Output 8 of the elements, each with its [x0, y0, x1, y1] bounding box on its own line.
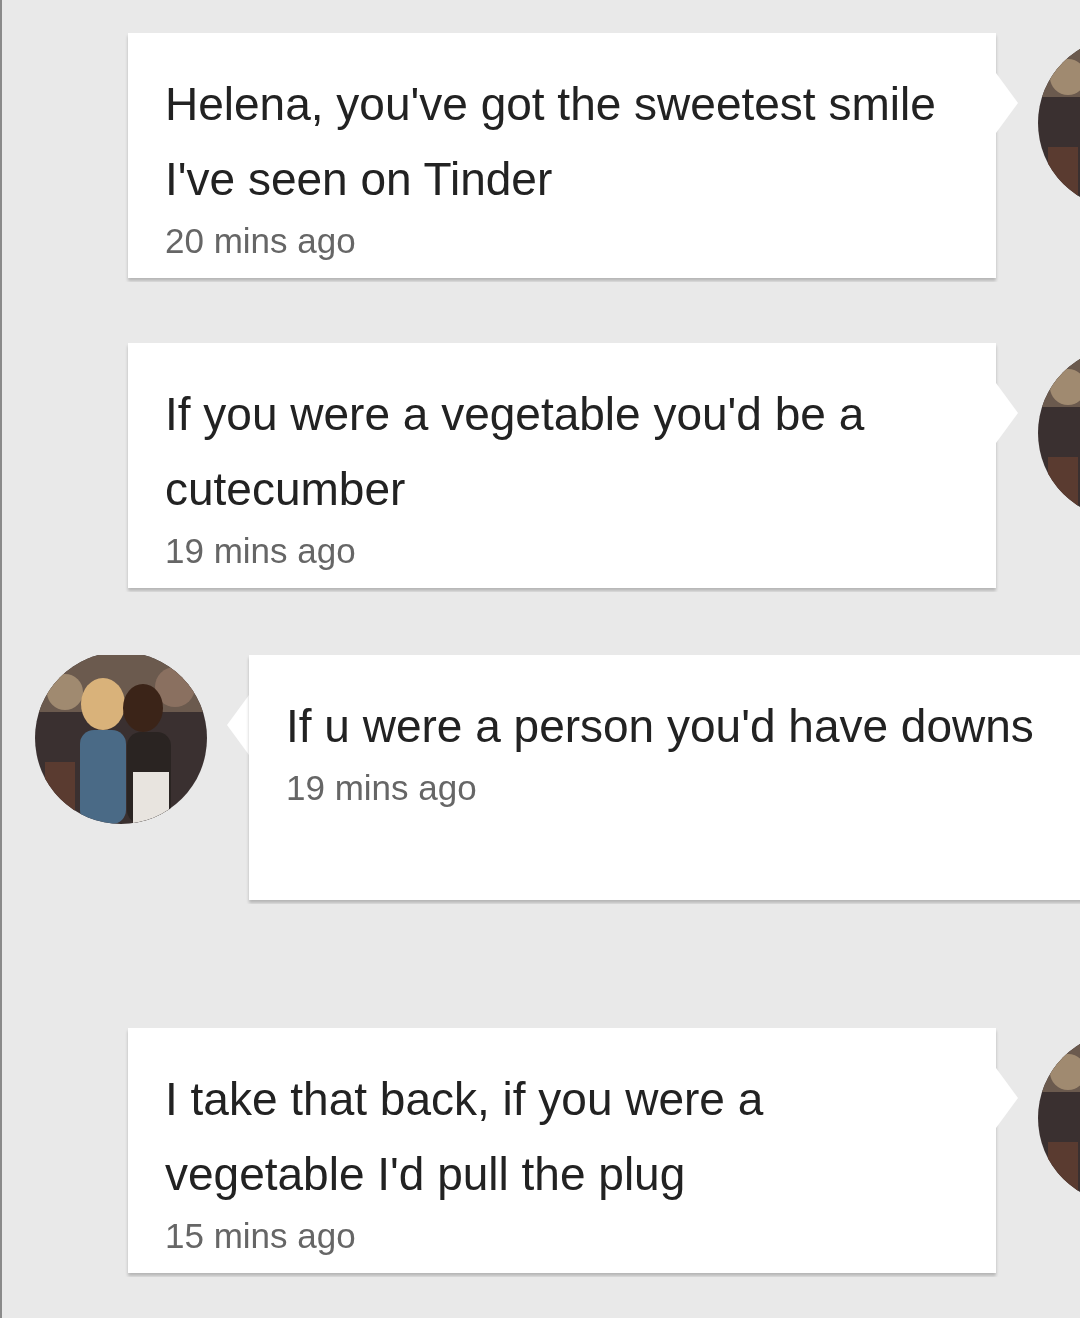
message-time: 15 mins ago [165, 1216, 357, 1256]
message-text: If u were a person you'd have downs [286, 699, 1035, 754]
message-time: 19 mins ago [165, 531, 357, 571]
message-time: 19 mins ago [286, 768, 478, 808]
message-time: 20 mins ago [165, 221, 357, 261]
message-text: Helena, you've got the sweetest smile I've seen on Tinder [165, 77, 937, 207]
message-text: I take that back, if you were a vegetable I'd pull the plug [165, 1072, 765, 1202]
message-text: If you were a vegetable you'd be a cutecumber [165, 387, 866, 517]
